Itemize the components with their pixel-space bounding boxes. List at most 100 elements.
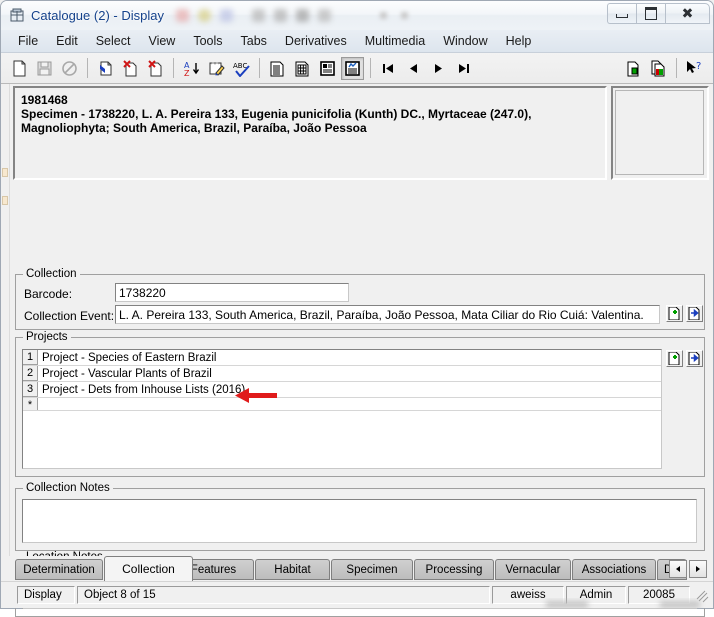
collection-event-input[interactable]: L. A. Pereira 133, South America, Brazil… <box>115 305 660 324</box>
sort-az-button[interactable]: A Z <box>180 57 203 80</box>
nav-next-button[interactable] <box>427 57 450 80</box>
remove-record-icon <box>148 59 162 76</box>
copy-record-icon <box>627 61 639 76</box>
tab-processing[interactable]: Processing <box>414 559 494 580</box>
tab-specimen[interactable]: Specimen <box>331 559 413 580</box>
edit-note-icon <box>209 62 225 76</box>
tab-collection[interactable]: Collection <box>104 556 193 581</box>
duplicate-records-icon <box>651 60 665 76</box>
record-summary-panel: 1981468 Specimen - 1738220, L. A. Pereir… <box>13 86 607 180</box>
nav-first-button[interactable] <box>377 57 400 80</box>
view-report-button[interactable] <box>341 56 364 80</box>
delete-record-button[interactable] <box>119 57 142 80</box>
view-grid-icon <box>295 61 309 76</box>
toolbar-separator <box>370 58 371 78</box>
new-document-icon <box>13 60 26 76</box>
remove-record-button[interactable] <box>144 57 167 80</box>
project-name[interactable]: Project - Species of Eastern Brazil <box>38 350 661 365</box>
menu-item-tools[interactable]: Tools <box>184 32 231 50</box>
menu-item-window[interactable]: Window <box>434 32 496 50</box>
project-name[interactable]: Project - Dets from Inhouse Lists (2016) <box>38 382 661 397</box>
duplicate-records-button[interactable] <box>647 57 670 80</box>
nav-first-icon <box>383 63 393 73</box>
close-button[interactable]: ✖ <box>665 3 710 24</box>
edit-note-button[interactable] <box>205 57 228 80</box>
menu-item-tabs[interactable]: Tabs <box>232 32 276 50</box>
import-record-icon <box>100 61 112 75</box>
collection-notes-textarea[interactable] <box>22 499 697 543</box>
chevron-right-icon <box>696 566 700 572</box>
collection-event-add-button[interactable] <box>666 305 683 322</box>
add-record-icon <box>668 352 680 365</box>
toolbar-separator <box>87 58 88 78</box>
window-controls: ✖ <box>607 3 710 24</box>
tab-scroll-right-button[interactable] <box>689 560 707 578</box>
collection-event-label: Collection Event: <box>24 309 115 323</box>
table-row[interactable]: 2 Project - Vascular Plants of Brazil <box>23 366 661 382</box>
menu-item-multimedia[interactable]: Multimedia <box>356 32 434 50</box>
left-scroll-strip[interactable] <box>1 84 10 579</box>
view-list-button[interactable] <box>266 57 289 80</box>
minimize-button[interactable] <box>607 3 636 24</box>
view-list-icon <box>270 61 284 76</box>
collection-event-goto-button[interactable] <box>686 305 703 322</box>
maximize-icon <box>645 7 657 20</box>
barcode-input[interactable]: 1738220 <box>115 283 349 302</box>
image-preview-panel[interactable] <box>611 86 709 180</box>
save-icon <box>37 61 52 75</box>
help-pointer-button[interactable]: ? <box>683 57 706 80</box>
menu-item-help[interactable]: Help <box>497 32 541 50</box>
maximize-button[interactable] <box>636 3 665 24</box>
window-title: Catalogue (2) - Display <box>31 8 164 23</box>
menu-item-file[interactable]: File <box>9 32 47 50</box>
project-name[interactable]: Project - Vascular Plants of Brazil <box>38 366 661 381</box>
view-details-icon <box>320 60 335 76</box>
row-number: 2 <box>23 366 38 381</box>
summary-line-1: 1981468 <box>21 93 68 107</box>
image-preview-area <box>615 90 704 175</box>
database-icon <box>9 8 25 24</box>
view-grid-button[interactable] <box>291 57 314 80</box>
nav-previous-icon <box>410 63 417 73</box>
toolbar-separator <box>676 58 677 78</box>
tab-determination[interactable]: Determination <box>15 559 103 580</box>
menu-item-view[interactable]: View <box>139 32 184 50</box>
cancel-icon <box>62 60 77 76</box>
form-client-area: 1981468 Specimen - 1738220, L. A. Pereir… <box>1 84 713 617</box>
view-report-icon <box>345 60 360 76</box>
project-goto-button[interactable] <box>686 350 703 367</box>
new-document-button[interactable] <box>8 57 31 80</box>
project-add-button[interactable] <box>666 350 683 367</box>
nav-last-button[interactable] <box>452 57 475 80</box>
goto-record-icon <box>688 307 700 320</box>
menu-item-edit[interactable]: Edit <box>47 32 87 50</box>
import-record-button[interactable] <box>94 57 117 80</box>
projects-grid[interactable]: 1 Project - Species of Eastern Brazil 2 … <box>22 349 662 469</box>
table-row[interactable]: 1 Project - Species of Eastern Brazil <box>23 350 661 366</box>
close-icon: ✖ <box>681 5 694 22</box>
cancel-button[interactable] <box>58 57 81 80</box>
background-window-blur <box>0 598 714 609</box>
nav-previous-button[interactable] <box>402 57 425 80</box>
tab-vernacular[interactable]: Vernacular <box>495 559 571 580</box>
tab-associations[interactable]: Associations <box>572 559 656 580</box>
toolbar: A Z ABC ? <box>1 53 713 84</box>
row-number: 3 <box>23 382 38 397</box>
view-details-button[interactable] <box>316 57 339 80</box>
spellcheck-button[interactable]: ABC <box>230 57 253 80</box>
save-button[interactable] <box>33 57 56 80</box>
help-pointer-icon: ? <box>687 60 701 73</box>
tab-habitat[interactable]: Habitat <box>255 559 330 580</box>
sort-az-icon: A Z <box>184 61 199 77</box>
projects-group-title: Projects <box>23 331 71 343</box>
copy-record-button[interactable] <box>622 57 645 80</box>
menu-item-select[interactable]: Select <box>87 32 140 50</box>
tab-scroll-left-button[interactable] <box>669 560 687 578</box>
svg-text:Z: Z <box>184 69 190 77</box>
menu-item-derivatives[interactable]: Derivatives <box>276 32 356 50</box>
minimize-icon <box>616 14 628 18</box>
summary-line-3: Magnoliophyta; South America, Brazil, Pa… <box>21 121 367 135</box>
summary-line-2: Specimen - 1738220, L. A. Pereira 133, E… <box>21 107 532 121</box>
table-row[interactable]: 3 Project - Dets from Inhouse Lists (201… <box>23 382 661 398</box>
toolbar-separator <box>259 58 260 78</box>
